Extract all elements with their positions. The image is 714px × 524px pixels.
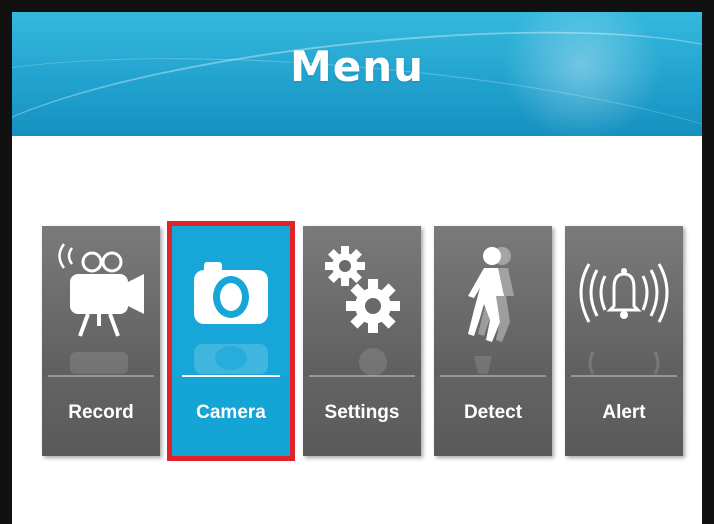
menu-item-divider <box>440 375 546 377</box>
video-camera-icon <box>58 243 144 374</box>
header-bar: Menu <box>12 12 702 136</box>
bell-alarm-icon <box>579 263 669 375</box>
menu-item-label: Camera <box>196 402 266 423</box>
menu-item-alert[interactable]: Alert <box>565 226 683 456</box>
menu-item-divider <box>48 375 154 377</box>
menu-item-icon-area <box>565 226 683 376</box>
page-title: Menu <box>289 42 425 91</box>
menu-item-icon-area <box>42 226 160 376</box>
menu-item-divider <box>309 375 415 377</box>
menu-item-icon-area <box>303 226 421 376</box>
menu-item-icon-area <box>434 226 552 376</box>
menu-item-divider <box>182 375 280 377</box>
menu-item-camera[interactable]: Camera <box>167 221 295 461</box>
menu-item-label: Record <box>68 402 134 423</box>
menu-item-icon-area <box>172 226 290 376</box>
walking-person-icon <box>468 247 514 374</box>
menu-item-label: Alert <box>602 402 646 423</box>
gears-icon <box>325 246 400 376</box>
menu-item-label: Settings <box>324 402 400 423</box>
camera-icon <box>194 262 268 374</box>
menu-item-settings[interactable]: Settings <box>303 226 421 456</box>
screen-frame: Menu Record Camera Settings Detect Alert <box>0 0 714 524</box>
menu-item-divider <box>571 375 677 377</box>
menu-item-label: Detect <box>463 402 523 423</box>
menu-item-record[interactable]: Record <box>42 226 160 456</box>
menu-item-detect[interactable]: Detect <box>434 226 552 456</box>
